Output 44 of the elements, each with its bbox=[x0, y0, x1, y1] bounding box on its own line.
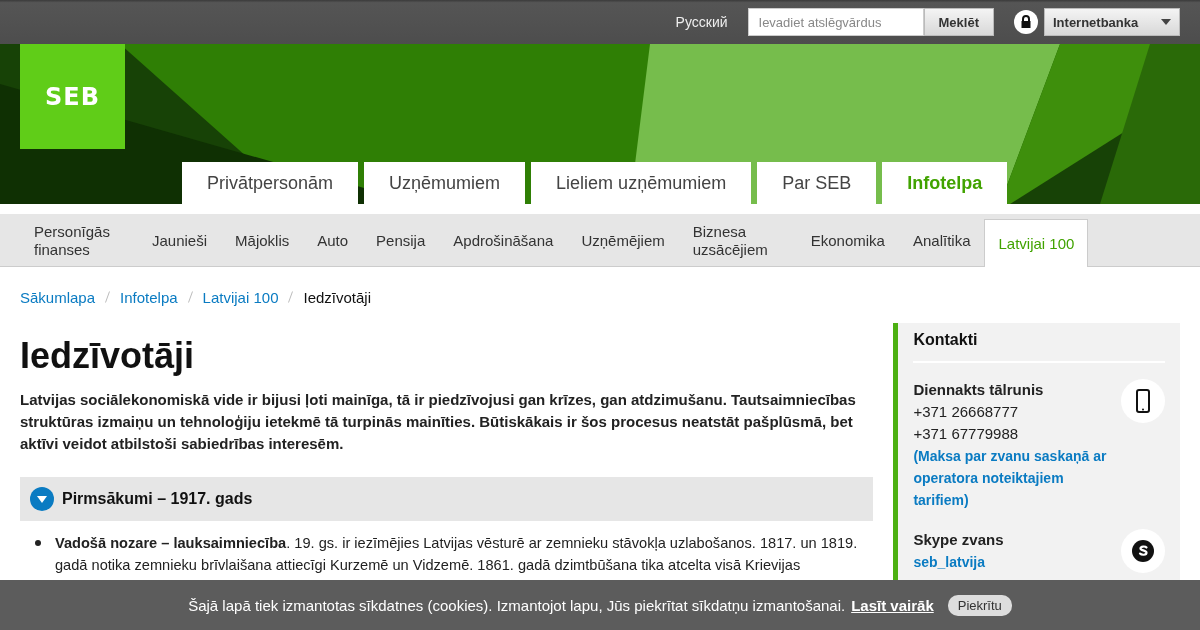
sub-nav-item[interactable]: Biznesa uzsācējiem bbox=[678, 214, 797, 266]
main-nav-tab[interactable]: Uzņēmumiem bbox=[364, 162, 526, 204]
main-nav-tab[interactable]: Privātpersonām bbox=[182, 162, 359, 204]
search-button[interactable]: Meklēt bbox=[923, 8, 994, 36]
contact-title: Diennakts tālrunis bbox=[913, 380, 1045, 400]
separator-icon bbox=[187, 291, 193, 303]
skype-icon bbox=[1131, 539, 1155, 563]
sub-nav-item[interactable]: Ekonomika bbox=[796, 214, 899, 266]
contact-title: Skype zvans bbox=[913, 530, 1004, 550]
page-title: Iedzīvotāji bbox=[20, 335, 196, 377]
sub-nav-item[interactable]: Pensija bbox=[362, 214, 440, 266]
separator-icon bbox=[288, 291, 294, 303]
accept-button[interactable]: Piekrītu bbox=[947, 594, 1012, 616]
contact-link[interactable]: seb_latvija bbox=[913, 551, 1004, 573]
list-item: Vadošā nozare – lauksaimniecība. 19. gs. ir iezīmējies Latvijas vēsturē ar zemnieku stāvokļa uzlabošanos. 1817. un 1819. gadā notika zemnieku brīvlaišana attiecīgi Kurzemē un Vidzemē. 1861. gadā dzimtbūšana tika atcelta visā Krievijas bbox=[55, 534, 859, 575]
sub-nav-item[interactable]: Personīgās finanses bbox=[20, 214, 138, 266]
padlock-icon bbox=[1014, 10, 1038, 34]
bullet-icon bbox=[35, 540, 41, 546]
breadcrumb-link[interactable]: Sākumlapa bbox=[20, 288, 96, 306]
panel-title: Kontakti bbox=[913, 331, 1165, 363]
sub-nav-item[interactable]: Jaunieši bbox=[138, 214, 222, 266]
sub-nav-item[interactable]: Uzņēmējiem bbox=[567, 214, 679, 266]
phone-number: +371 26668777 bbox=[913, 402, 1020, 422]
current-page-label: Iedzīvotāji bbox=[303, 288, 372, 306]
breadcrumb-link[interactable]: Infotelpa bbox=[120, 288, 178, 306]
internetbank-dropdown[interactable]: Internetbanka bbox=[1044, 8, 1180, 36]
sub-nav-item[interactable]: Apdrošināšana bbox=[439, 214, 568, 266]
sub-nav-item[interactable]: Mājoklis bbox=[221, 214, 304, 266]
language-link[interactable]: Русский bbox=[675, 14, 728, 30]
cookie-text: Šajā lapā tiek izmantotas sīkdatnes (cookies). Izmantojot lapu, Jūs piekrītat sīkdatņu izmantošanai. bbox=[188, 596, 846, 614]
search-field[interactable]: Ievadiet atslēgvārdus bbox=[747, 8, 924, 36]
caret-icon bbox=[1161, 19, 1171, 25]
breadcrumb-link[interactable]: Latvijai 100 bbox=[202, 288, 279, 306]
sub-nav-item[interactable]: Auto bbox=[303, 214, 363, 266]
main-nav-tab[interactable]: Par SEB bbox=[757, 162, 877, 204]
accordion-header[interactable]: Pirmsākumi – 1917. gads bbox=[20, 477, 874, 521]
phone-number: +371 67779988 bbox=[913, 424, 1020, 444]
separator-icon bbox=[105, 291, 111, 303]
lead-paragraph: Latvijas sociālekonomiskā vide ir bijusi ļoti mainīga, tā ir piedzīvojusi gan krīzes, gan atdzimušanu. Tautsaimniecības struktūras izmaiņu un tehnoloģiju ietekmē tā turpinās mainīties. Būtiskākais ir šos procesus neatstāt pašplūsmā, bet aktīvi veidot atbilstoši sabiedrības interesēm. bbox=[20, 390, 857, 454]
main-nav-tab[interactable]: Lieliem uzņēmumiem bbox=[531, 162, 752, 204]
read-more-link[interactable]: Lasīt vairāk bbox=[851, 596, 934, 614]
mobile-phone-icon bbox=[1136, 389, 1150, 413]
contact-link[interactable]: (Maksa par zvanu saskaņā ar operatora noteiktajiem tarifiem) bbox=[913, 445, 1121, 511]
sub-nav-item[interactable]: Analītika bbox=[898, 214, 985, 266]
